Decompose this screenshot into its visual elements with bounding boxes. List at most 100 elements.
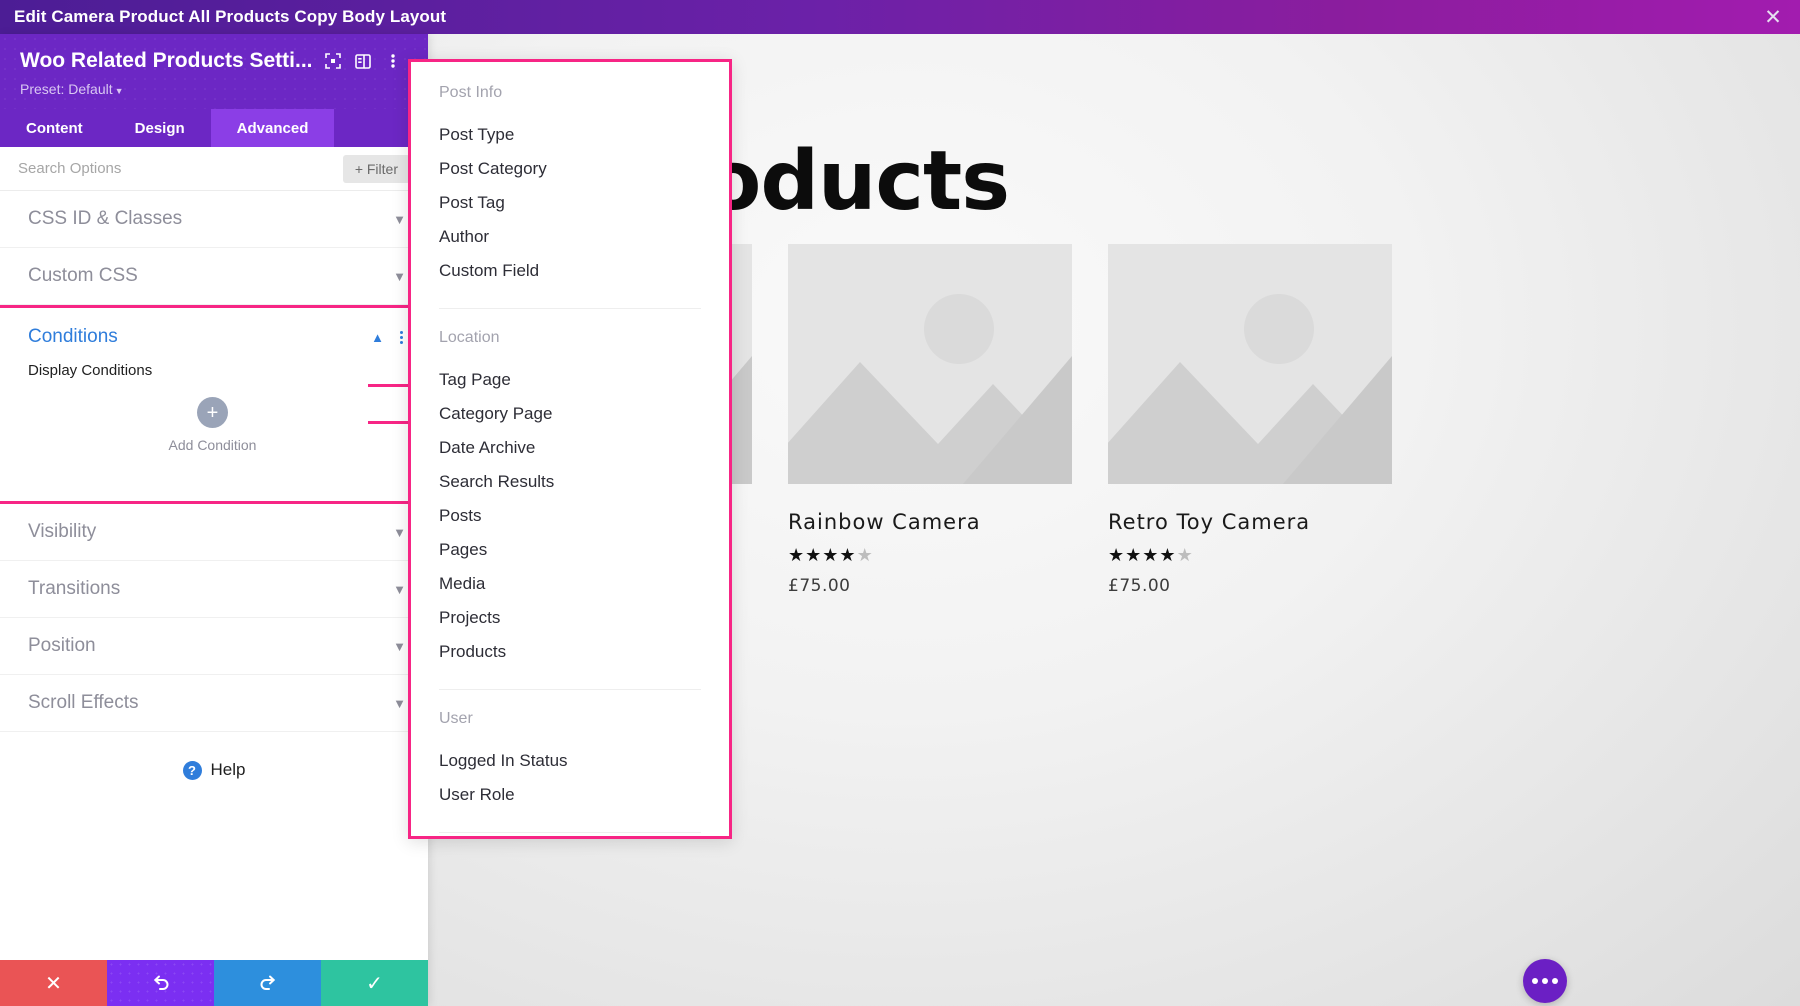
menu-item-category-page[interactable]: Category Page [411, 397, 729, 431]
app-root: Edit Camera Product All Products Copy Bo… [0, 0, 1800, 1006]
tab-advanced[interactable]: Advanced [210, 109, 335, 147]
question-icon: ? [182, 760, 202, 780]
menu-item-user-role[interactable]: User Role [411, 778, 729, 812]
menu-divider [439, 689, 701, 690]
chevron-down-icon: ▼ [393, 695, 406, 711]
help-button[interactable]: ? Help [0, 732, 428, 780]
panel-action-bar: ✕ ✓ [0, 960, 428, 1006]
menu-item-post-tag[interactable]: Post Tag [411, 186, 729, 220]
more-horizontal-icon[interactable] [1523, 959, 1567, 1003]
panel-tabs: Content Design Advanced [0, 109, 428, 147]
star-icon: ★ [839, 545, 857, 565]
chevron-down-icon: ▼ [393, 268, 406, 284]
star-icon: ★ [805, 545, 823, 565]
menu-divider [439, 308, 701, 309]
menu-item-media[interactable]: Media [411, 567, 729, 601]
workspace: ed products Accordion Camera★★★★★£75.00R… [0, 34, 1800, 1006]
product-title[interactable]: Retro Toy Camera [1108, 510, 1392, 534]
menu-item-date-archive[interactable]: Date Archive [411, 431, 729, 465]
redo-button[interactable] [214, 960, 321, 1006]
option-group-scroll-effects[interactable]: Scroll Effects ▼ [0, 675, 428, 732]
chevron-down-icon: ▼ [114, 86, 124, 96]
option-group-transitions[interactable]: Transitions ▼ [0, 561, 428, 618]
layout-icon[interactable] [348, 48, 378, 74]
search-input[interactable]: Search Options [18, 160, 121, 177]
menu-item-posts[interactable]: Posts [411, 499, 729, 533]
display-conditions-label: Display Conditions [28, 362, 153, 379]
save-button[interactable]: ✓ [321, 960, 428, 1006]
panel-title: Woo Related Products Setti... [20, 49, 313, 72]
star-icon: ★ [822, 545, 840, 565]
star-icon: ★ [1176, 545, 1194, 565]
highlight-connector [368, 384, 412, 424]
chevron-up-icon[interactable]: ▲ [371, 330, 384, 345]
conditions-header[interactable]: Conditions ▲ [0, 308, 425, 366]
module-settings-panel: Woo Related Products Setti... Preset: De… [0, 34, 428, 1006]
product-card[interactable]: Retro Toy Camera ★★★★★ £75.00 [1108, 244, 1392, 596]
menu-item-tag-page[interactable]: Tag Page [411, 363, 729, 397]
product-card[interactable]: Rainbow Camera ★★★★★ £75.00 [788, 244, 1072, 596]
option-group-position[interactable]: Position ▼ [0, 618, 428, 675]
option-group-label: Scroll Effects [28, 692, 139, 713]
product-rating: ★★★★★ [788, 546, 1072, 564]
preset-label: Preset: Default [20, 81, 113, 97]
menu-divider [439, 832, 701, 833]
options-list: CSS ID & Classes ▼ Custom CSS ▼ Conditions … [0, 191, 428, 960]
condition-menu-groups: Post Info Post Type Post Category Post Tag A… [411, 62, 729, 836]
star-icon: ★ [856, 545, 874, 565]
preset-selector[interactable]: Preset: Default ▼ [20, 81, 408, 97]
menu-item-post-category[interactable]: Post Category [411, 152, 729, 186]
option-group-visibility[interactable]: Visibility ▼ [0, 504, 428, 561]
panel-header: Woo Related Products Setti... Preset: De… [0, 34, 428, 109]
menu-item-pages[interactable]: Pages [411, 533, 729, 567]
menu-group-label: Post Info [439, 84, 503, 101]
search-options-row: Search Options + Filter [0, 147, 428, 191]
help-label: Help [210, 760, 246, 779]
star-icon: ★ [1125, 545, 1143, 565]
sections-before-conditions: CSS ID & Classes ▼ Custom CSS ▼ [0, 191, 428, 305]
chevron-down-icon: ▼ [393, 524, 406, 540]
chevron-down-icon: ▼ [393, 581, 406, 597]
product-image[interactable] [1108, 244, 1392, 484]
menu-group-label: Location [439, 329, 500, 346]
more-vertical-icon[interactable] [378, 48, 408, 74]
plus-icon: + [197, 397, 228, 428]
chevron-down-icon: ▼ [393, 638, 406, 654]
window-title: Edit Camera Product All Products Copy Bo… [14, 7, 447, 26]
option-group-label: Custom CSS [28, 265, 138, 286]
conditions-title: Conditions [28, 326, 118, 347]
menu-group-label: User [439, 710, 473, 727]
option-group-css-id-classes[interactable]: CSS ID & Classes ▼ [0, 191, 428, 248]
star-icon: ★ [1159, 545, 1177, 565]
option-group-custom-css[interactable]: Custom CSS ▼ [0, 248, 428, 305]
option-group-label: Visibility [28, 521, 97, 542]
sections-after-conditions: Visibility ▼ Transitions ▼ Position ▼ Scroll E… [0, 504, 428, 732]
star-icon: ★ [1142, 545, 1160, 565]
tab-content[interactable]: Content [0, 109, 109, 147]
conditions-section: Conditions ▲ Display Conditions + Add Co… [0, 305, 428, 504]
menu-item-custom-field[interactable]: Custom Field [411, 254, 729, 288]
focus-icon[interactable] [318, 48, 348, 74]
menu-item-author[interactable]: Author [411, 220, 729, 254]
menu-item-products[interactable]: Products [411, 635, 729, 669]
option-group-label: Position [28, 635, 96, 656]
close-icon[interactable]: ✕ [1760, 4, 1786, 30]
condition-type-dropdown: Post Info Post Type Post Category Post Tag A… [408, 59, 732, 839]
window-titlebar: Edit Camera Product All Products Copy Bo… [0, 0, 1800, 34]
filter-button[interactable]: + Filter [342, 154, 410, 183]
chevron-down-icon: ▼ [393, 211, 406, 227]
menu-item-logged-in-status[interactable]: Logged In Status [411, 744, 729, 778]
menu-item-post-type[interactable]: Post Type [411, 118, 729, 152]
conditions-spacer [0, 453, 425, 501]
product-image[interactable] [788, 244, 1072, 484]
product-title[interactable]: Rainbow Camera [788, 510, 1072, 534]
undo-button[interactable] [107, 960, 214, 1006]
menu-item-projects[interactable]: Projects [411, 601, 729, 635]
option-group-label: Transitions [28, 578, 121, 599]
menu-item-search-results[interactable]: Search Results [411, 465, 729, 499]
more-vertical-icon[interactable] [400, 330, 403, 344]
add-condition-button[interactable]: + Add Condition [0, 397, 425, 453]
tab-design[interactable]: Design [109, 109, 211, 147]
star-icon: ★ [788, 545, 806, 565]
cancel-button[interactable]: ✕ [0, 960, 107, 1006]
